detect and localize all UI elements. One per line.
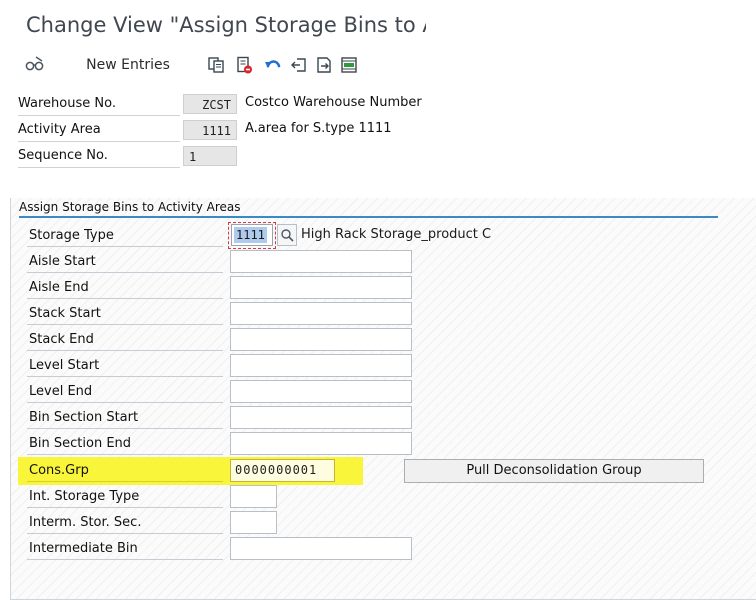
storage-type-input[interactable]: 1111 [231,224,273,246]
previous-entry-button[interactable] [288,53,310,77]
delete-icon [237,56,252,74]
storage-type-value: 1111 [234,227,267,243]
select-block-button[interactable] [338,53,360,77]
copy-icon [208,57,224,73]
storage-type-description: High Rack Storage_product C [301,227,492,242]
stack-end-label: Stack End [27,328,223,351]
intermediate-bin-label: Intermediate Bin [27,537,223,560]
bin-section-start-input[interactable] [230,406,412,429]
interm-stor-sec-label: Interm. Stor. Sec. [27,511,223,534]
delete-button[interactable] [233,53,255,77]
select-block-icon [341,57,357,73]
stack-start-input[interactable] [230,302,412,325]
group-title: Assign Storage Bins to Activity Areas [19,198,718,218]
assign-bins-panel: Assign Storage Bins to Activity Areas St… [10,198,756,600]
bin-section-end-input[interactable] [230,432,412,455]
intermediate-bin-input[interactable] [230,537,412,560]
aisle-start-input[interactable] [230,250,412,273]
search-icon [281,229,294,242]
warehouse-label: Warehouse No. [18,92,180,116]
display-change-button[interactable] [22,53,48,77]
level-start-label: Level Start [27,354,223,377]
stack-end-input[interactable] [230,328,412,351]
sequence-field: 1 [183,146,237,166]
undo-button[interactable] [262,53,284,77]
bin-section-end-label: Bin Section End [27,432,223,455]
cons-grp-label: Cons.Grp [27,459,223,482]
pull-deconsolidation-group-button[interactable]: Pull Deconsolidation Group [404,459,704,483]
copy-as-button[interactable] [205,53,227,77]
page-title: Change View "Assign Storage Bins to Acti… [26,13,426,37]
level-end-input[interactable] [230,380,412,403]
cons-grp-input[interactable]: 0000000001 [230,459,335,482]
activity-area-description: A.area for S.type 1111 [245,121,392,136]
header-area: Change View "Assign Storage Bins to Acti… [0,0,426,198]
new-entries-button[interactable]: New Entries [81,53,175,77]
activity-area-label: Activity Area [18,118,180,142]
value-help-button[interactable] [277,224,297,246]
level-end-label: Level End [27,380,223,403]
storage-type-label: Storage Type [27,224,223,247]
glasses-pencil-icon [25,56,44,71]
bin-section-start-label: Bin Section Start [27,406,223,429]
interm-stor-sec-input[interactable] [230,511,277,534]
next-entry-button[interactable] [313,53,335,77]
undo-icon [265,60,281,68]
stack-start-label: Stack Start [27,302,223,325]
aisle-end-label: Aisle End [27,276,223,299]
previous-entry-icon [291,58,306,72]
int-storage-type-input[interactable] [230,485,277,508]
toolbar: New Entries [0,50,426,80]
level-start-input[interactable] [230,354,412,377]
warehouse-description: Costco Warehouse Number in [245,95,425,110]
int-storage-type-label: Int. Storage Type [27,485,223,508]
next-entry-icon [317,57,331,73]
aisle-end-input[interactable] [230,276,412,299]
aisle-start-label: Aisle Start [27,250,223,273]
activity-area-field: 1111 [183,120,237,140]
sequence-label: Sequence No. [18,144,180,168]
warehouse-field: ZCST [183,94,237,114]
